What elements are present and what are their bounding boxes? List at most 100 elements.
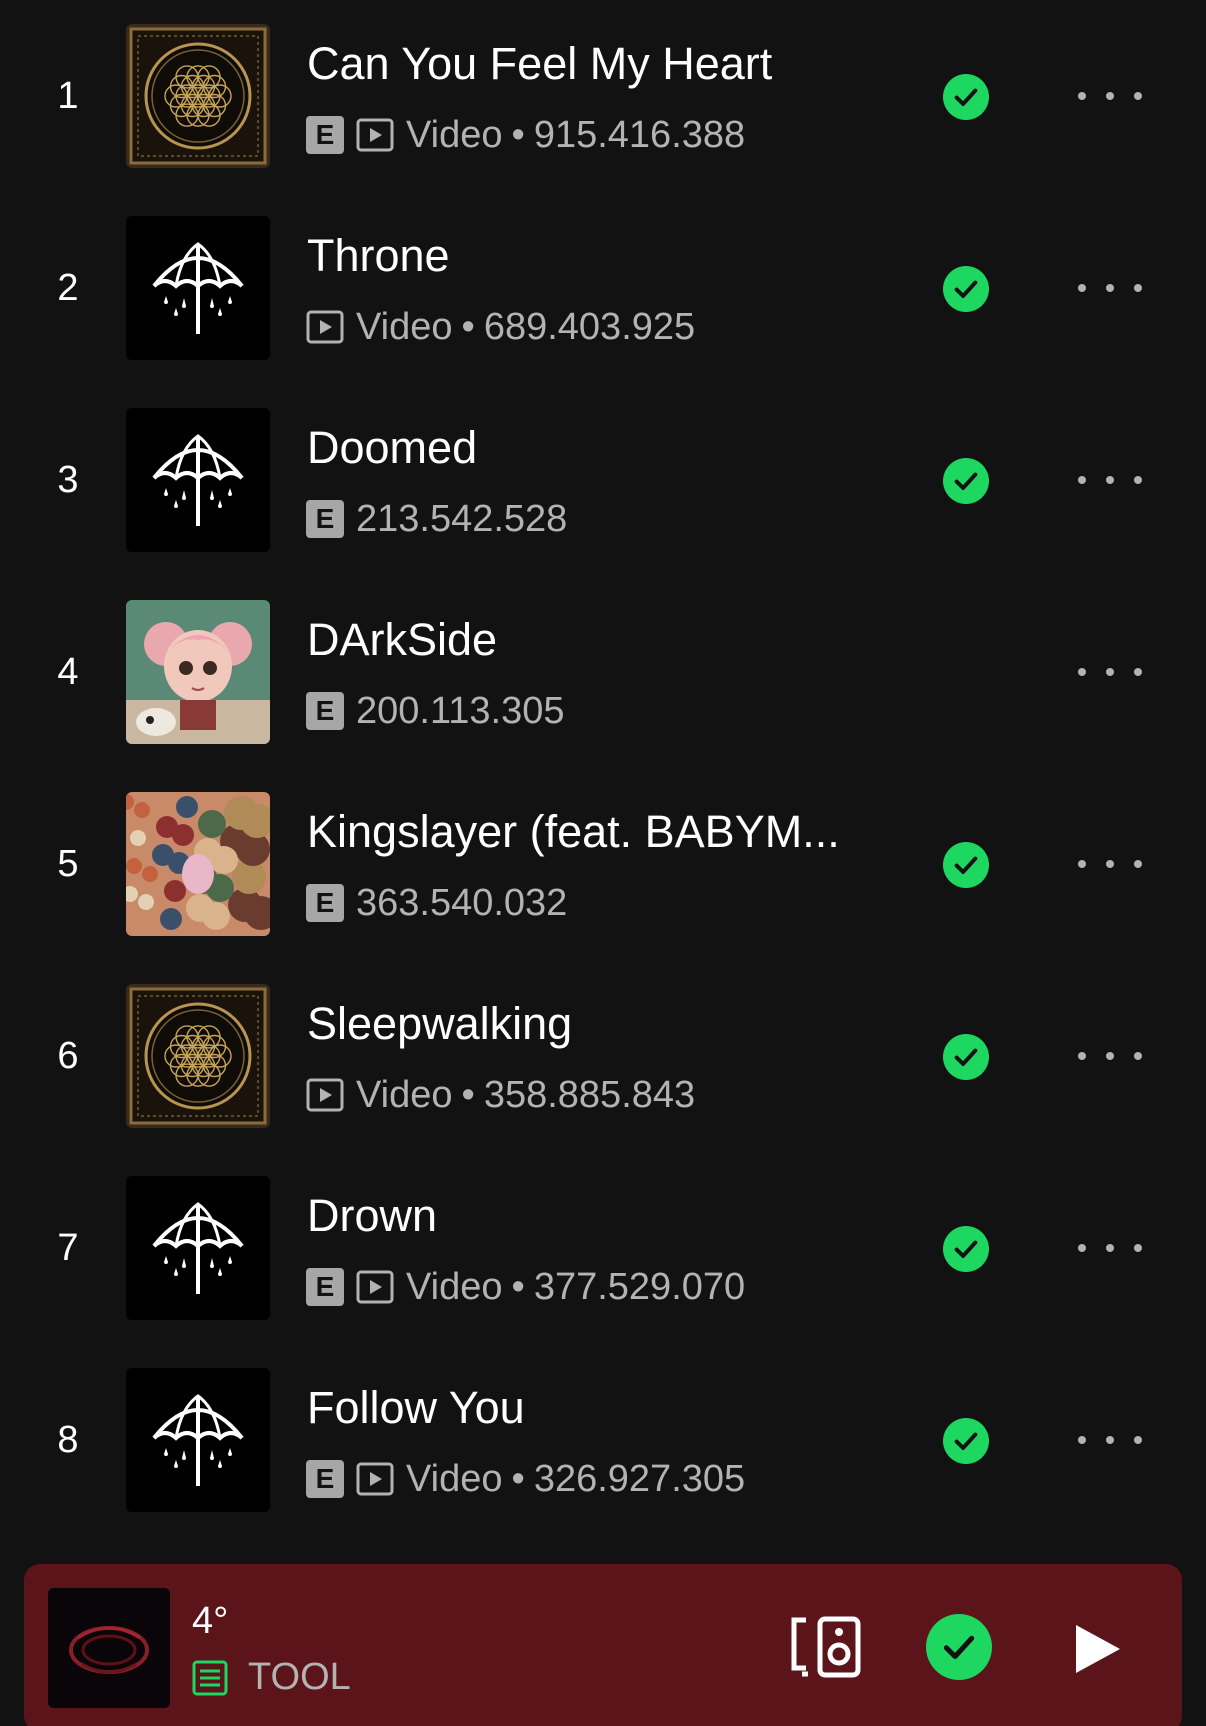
track-row[interactable]: 7 Drown E Video • 377.529.070 (0, 1152, 1206, 1344)
video-icon (356, 1462, 394, 1496)
track-title[interactable]: Follow You (307, 1382, 867, 1434)
more-options-button[interactable] (1078, 652, 1142, 692)
play-count: 358.885.843 (483, 1073, 696, 1116)
now-playing-bar[interactable]: 4° TOOL (24, 1564, 1182, 1726)
video-label: Video (406, 113, 503, 156)
saved-check-button[interactable] (926, 1614, 992, 1680)
track-meta: E Video • 915.416.388 (306, 114, 745, 156)
saved-check-icon[interactable] (943, 74, 989, 120)
album-art (126, 1176, 270, 1320)
play-count: 213.542.528 (356, 497, 568, 540)
more-options-button[interactable] (1078, 1036, 1142, 1076)
track-rank: 7 (57, 1227, 79, 1269)
track-rank: 1 (57, 75, 79, 117)
track-row[interactable]: 2 Throne Video • 689.403.925 (0, 192, 1206, 384)
dot (1134, 1052, 1142, 1060)
more-options-button[interactable] (1078, 1228, 1142, 1268)
more-options-button[interactable] (1078, 460, 1142, 500)
play-count: 200.113.305 (356, 689, 565, 732)
album-art (126, 408, 270, 552)
more-options-button[interactable] (1078, 76, 1142, 116)
meta-separator: • (511, 1265, 525, 1308)
track-title[interactable]: Throne (307, 230, 867, 282)
play-count: 689.403.925 (483, 305, 696, 348)
now-playing-album-art (48, 1588, 170, 1708)
track-title[interactable]: DArkSide (307, 614, 867, 666)
track-row[interactable]: 6 Sleepwalking Video • 358.885.843 (0, 960, 1206, 1152)
explicit-badge: E (306, 692, 344, 730)
saved-check-icon[interactable] (943, 1034, 989, 1080)
track-meta: E 213.542.528 (306, 498, 567, 540)
play-button[interactable] (1072, 1622, 1124, 1676)
now-playing-subtitle: TOOL (192, 1656, 351, 1699)
track-rank: 8 (57, 1419, 79, 1461)
saved-check-icon[interactable] (943, 1418, 989, 1464)
track-title[interactable]: Can You Feel My Heart (307, 38, 867, 90)
video-label: Video (356, 1073, 453, 1116)
dot (1106, 1052, 1114, 1060)
track-row[interactable]: 8 Follow You E Video • 326.927.305 (0, 1344, 1206, 1536)
video-icon (356, 1270, 394, 1304)
play-count: 915.416.388 (533, 113, 746, 156)
dot (1106, 284, 1114, 292)
saved-check-icon[interactable] (943, 458, 989, 504)
track-rank: 6 (57, 1035, 79, 1077)
connect-device-icon[interactable] (790, 1616, 864, 1678)
now-playing-artist[interactable]: TOOL (248, 1656, 351, 1699)
track-meta: E 200.113.305 (306, 690, 565, 732)
explicit-badge: E (306, 884, 344, 922)
track-row[interactable]: 5 Kingslayer (feat. BABYM... E 363.540.032 (0, 768, 1206, 960)
album-art (126, 24, 270, 168)
now-playing-title[interactable]: 4° (192, 1600, 228, 1643)
dot (1078, 1244, 1086, 1252)
meta-separator: • (461, 305, 475, 348)
saved-check-icon[interactable] (943, 842, 989, 888)
saved-check-icon[interactable] (943, 266, 989, 312)
track-meta: Video • 689.403.925 (306, 306, 695, 348)
dot (1134, 284, 1142, 292)
album-art (126, 600, 270, 744)
play-count: 377.529.070 (533, 1265, 746, 1308)
more-options-button[interactable] (1078, 844, 1142, 884)
dot (1106, 92, 1114, 100)
track-meta: E 363.540.032 (306, 882, 567, 924)
dot (1078, 476, 1086, 484)
more-options-button[interactable] (1078, 1420, 1142, 1460)
play-count: 363.540.032 (356, 881, 568, 924)
dot (1106, 860, 1114, 868)
explicit-badge: E (306, 500, 344, 538)
dot (1134, 860, 1142, 868)
track-meta: E Video • 377.529.070 (306, 1266, 745, 1308)
meta-separator: • (511, 113, 525, 156)
track-title[interactable]: Kingslayer (feat. BABYM... (307, 806, 867, 858)
play-count: 326.927.305 (533, 1457, 746, 1500)
saved-check-icon[interactable] (943, 1226, 989, 1272)
dot (1078, 92, 1086, 100)
track-title[interactable]: Sleepwalking (307, 998, 867, 1050)
track-title[interactable]: Drown (307, 1190, 867, 1242)
track-rank: 3 (57, 459, 79, 501)
dot (1078, 1436, 1086, 1444)
track-title[interactable]: Doomed (307, 422, 867, 474)
track-row[interactable]: 3 Doomed E 213.542.528 (0, 384, 1206, 576)
video-icon (356, 118, 394, 152)
video-icon (306, 310, 344, 344)
dot (1134, 668, 1142, 676)
more-options-button[interactable] (1078, 268, 1142, 308)
play-icon (1076, 1625, 1120, 1673)
dot (1106, 1244, 1114, 1252)
dot (1134, 476, 1142, 484)
video-label: Video (356, 305, 453, 348)
track-meta: E Video • 326.927.305 (306, 1458, 745, 1500)
track-rank: 4 (57, 651, 79, 693)
track-row[interactable]: 4 DArkSide E 200.113.305 (0, 576, 1206, 768)
explicit-badge: E (306, 116, 344, 154)
track-row[interactable]: 1 Can You Feel My Heart E Video • 915.416.388 (0, 0, 1206, 192)
dot (1106, 1436, 1114, 1444)
album-art (126, 984, 270, 1128)
album-art (126, 216, 270, 360)
explicit-badge: E (306, 1268, 344, 1306)
dot (1078, 1052, 1086, 1060)
dot (1134, 1244, 1142, 1252)
dot (1134, 1436, 1142, 1444)
